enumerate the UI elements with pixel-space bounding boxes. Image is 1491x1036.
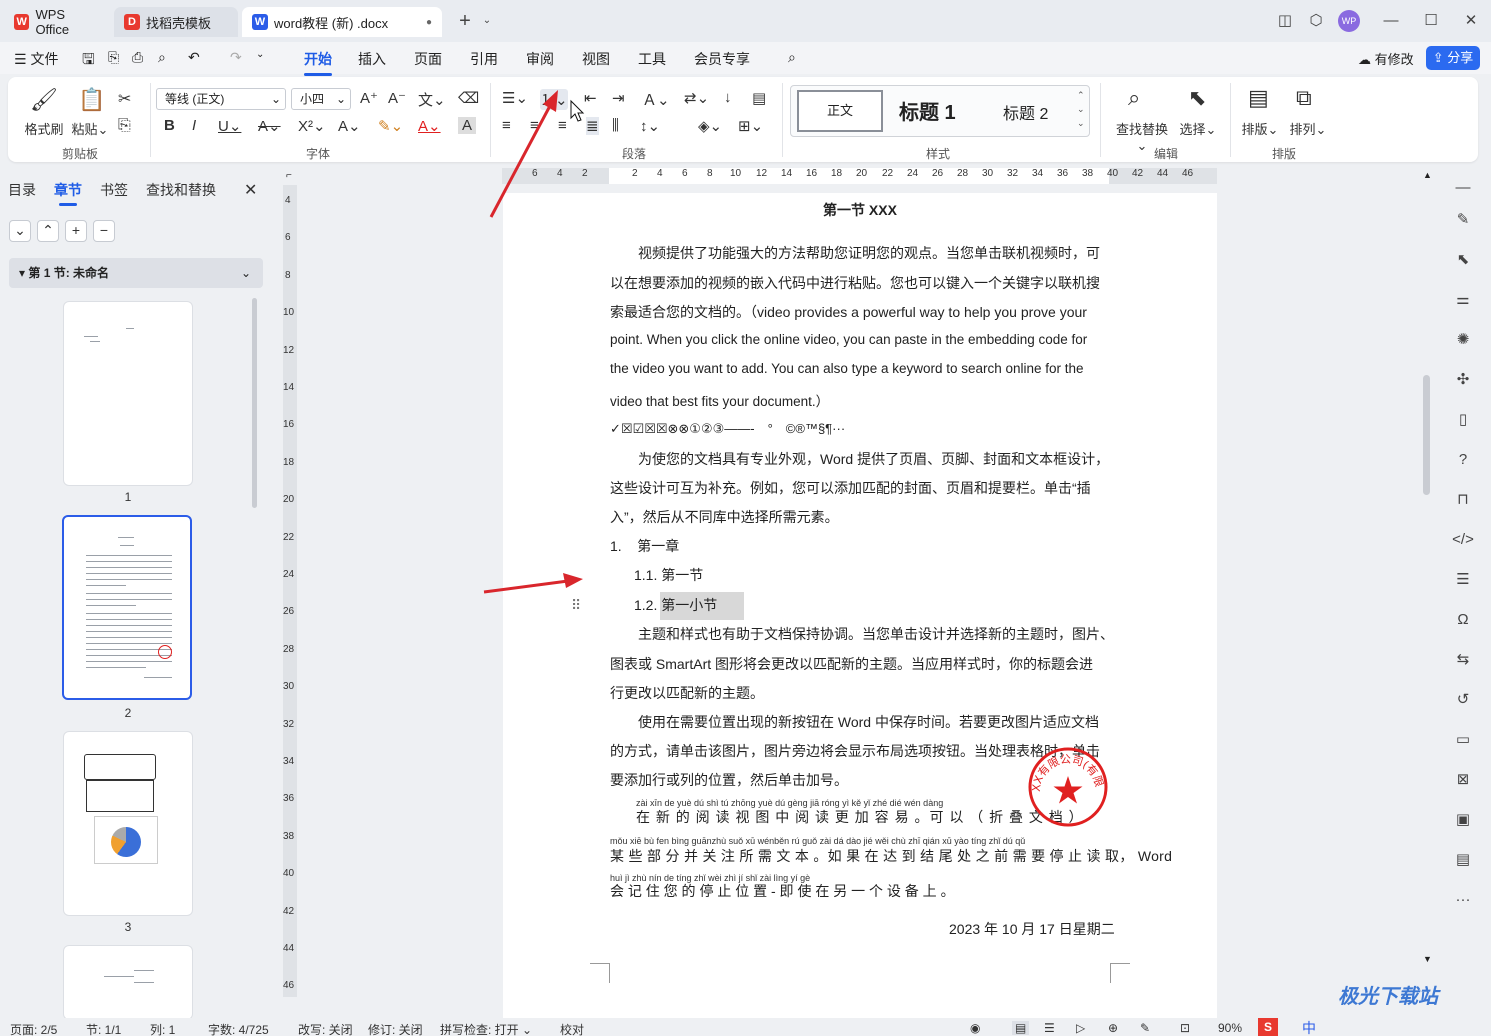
tools-icon[interactable]: ✣ — [1452, 369, 1474, 391]
zoom-level[interactable]: 90% — [1218, 1021, 1242, 1035]
word-count[interactable]: 字数: 4/725 — [208, 1021, 269, 1036]
column-indicator: 列: 1 — [150, 1023, 176, 1036]
ai-icon[interactable]: ✺ — [1452, 329, 1474, 351]
web-view-icon[interactable]: ⊕ — [1108, 1021, 1118, 1035]
fit-icon[interactable]: ⊡ — [1180, 1021, 1190, 1035]
lock-icon[interactable]: ⊓ — [1452, 489, 1474, 511]
code-icon[interactable]: </> — [1452, 529, 1474, 551]
ime-chinese-icon[interactable]: 中 — [1302, 1018, 1316, 1036]
page-view-icon[interactable]: ▤ — [1012, 1021, 1030, 1035]
page-indicator[interactable]: 页面: 2/5 — [10, 1021, 57, 1036]
history-icon[interactable]: ↺ — [1452, 689, 1474, 711]
annotation-arrows — [483, 90, 585, 594]
pen-mode-icon[interactable]: ✎ — [1140, 1021, 1150, 1035]
pointer-icon[interactable]: ⬉ — [1452, 249, 1474, 271]
outline-view-icon[interactable]: ☰ — [1044, 1021, 1055, 1035]
scroll-up-icon[interactable]: ▲ — [1423, 170, 1432, 180]
track-changes-status[interactable]: 修订: 关闭 — [368, 1021, 423, 1036]
scroll-thumb[interactable] — [1423, 375, 1430, 495]
book-icon[interactable]: ▯ — [1452, 409, 1474, 431]
list-icon[interactable]: ☰ — [1452, 569, 1474, 591]
proofread-button[interactable]: 校对 — [560, 1021, 584, 1036]
adjust-icon[interactable]: ⚌ — [1452, 289, 1474, 311]
play-icon[interactable]: ▷ — [1076, 1021, 1085, 1035]
image-icon[interactable]: ▣ — [1452, 809, 1474, 831]
document-icon[interactable]: ▤ — [1452, 849, 1474, 871]
watermark: 极光下载站 — [1338, 986, 1438, 1008]
folder-icon[interactable]: ▭ — [1452, 729, 1474, 751]
help-icon[interactable]: ? — [1452, 449, 1474, 471]
right-sidebar: — ✎ ⬉ ⚌ ✺ ✣ ▯ ? ⊓ </> ☰ Ω ⇆ ↺ ▭ ⊠ ▣ ▤ ··… — [1440, 168, 1491, 1020]
spell-check-status[interactable]: 拼写检查: 打开 ⌄ — [440, 1021, 532, 1036]
section-indicator[interactable]: 节: 1/1 — [86, 1021, 121, 1036]
status-bar: 页面: 2/5 节: 1/1 列: 1 字数: 4/725 改写: 关闭 修订:… — [0, 986, 1491, 1036]
overtype-status[interactable]: 改写: 关闭 — [298, 1021, 353, 1036]
document-scrollbar[interactable]: ▲ ▼ — [1421, 170, 1433, 1020]
ime-logo-icon[interactable]: S — [1258, 1018, 1278, 1036]
translate-icon[interactable]: ⇆ — [1452, 649, 1474, 671]
omega-icon[interactable]: Ω — [1452, 609, 1474, 631]
scroll-down-icon[interactable]: ▼ — [1423, 954, 1432, 964]
export-icon[interactable]: ⊠ — [1452, 769, 1474, 791]
collapse-icon[interactable]: — — [1452, 177, 1474, 199]
eye-icon[interactable]: ◉ — [970, 1021, 980, 1035]
more-icon[interactable]: ··· — [1452, 889, 1474, 911]
pen-icon[interactable]: ✎ — [1452, 209, 1474, 231]
